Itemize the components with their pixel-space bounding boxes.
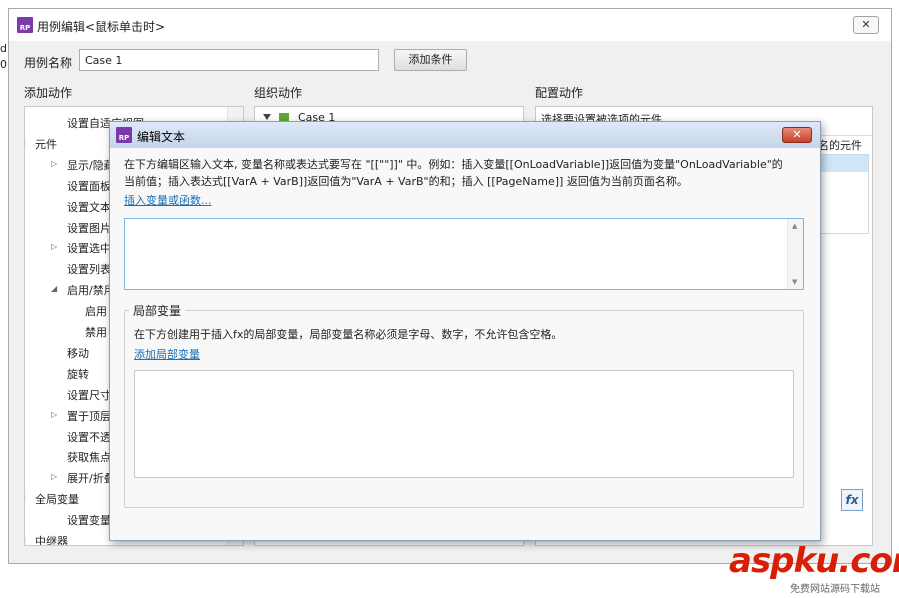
watermark-logo: aspku.com bbox=[729, 541, 899, 581]
tree-item[interactable]: 元件 bbox=[35, 136, 57, 152]
scroll-up-icon[interactable]: ▲ bbox=[792, 222, 797, 230]
collapse-icon[interactable]: ◢ bbox=[51, 284, 57, 293]
tree-item[interactable]: 设置尺寸 bbox=[67, 387, 111, 403]
tree-item[interactable]: 启用 bbox=[85, 303, 107, 319]
fx-button[interactable]: fx bbox=[841, 489, 863, 511]
titlebar: RP 用例编辑<鼠标单击时> ✕ bbox=[9, 9, 891, 41]
add-local-variable-link[interactable]: 添加局部变量 bbox=[134, 346, 200, 362]
tree-item-label: 设置尺寸 bbox=[67, 388, 111, 402]
edge-char-2: 0 bbox=[0, 58, 7, 71]
config-hint-tail: 名的元件 bbox=[818, 139, 862, 152]
local-variables-group: 局部变量 在下方创建用于插入fx的局部变量，局部变量名称必须是字母、数字，不允许… bbox=[124, 302, 804, 508]
tree-item-label: 全局变量 bbox=[35, 493, 79, 507]
tree-item[interactable]: 设置文本 bbox=[67, 199, 111, 215]
expand-icon[interactable]: ▷ bbox=[51, 159, 57, 168]
tree-item-label: 元件 bbox=[35, 137, 57, 151]
tree-item[interactable]: 设置图片 bbox=[67, 220, 111, 236]
tree-item-label: 移动 bbox=[67, 346, 89, 360]
tree-item[interactable]: 移动 bbox=[67, 345, 89, 361]
insert-variable-link[interactable]: 插入变量或函数... bbox=[124, 192, 212, 208]
tree-item[interactable]: 获取焦点 bbox=[67, 449, 111, 465]
collapse-icon[interactable]: ◢ bbox=[25, 493, 26, 502]
axure-rp-icon: RP bbox=[17, 17, 33, 33]
edit-text-dialog: RP 编辑文本 ✕ 在下方编辑区输入文本, 变量名称或表达式要写在 "[[""]… bbox=[109, 121, 821, 541]
tree-item-label: 设置图片 bbox=[67, 221, 111, 235]
watermark-subtitle: 免费网站源码下载站 bbox=[790, 584, 880, 595]
case-name-input[interactable]: Case 1 bbox=[79, 49, 379, 71]
dialog-close-button[interactable]: ✕ bbox=[782, 127, 812, 143]
tree-item-label: 设置文本 bbox=[67, 200, 111, 214]
tree-item-label: 启用/禁用 bbox=[67, 284, 115, 298]
collapse-icon[interactable]: ◢ bbox=[25, 138, 26, 147]
window-title: 用例编辑<鼠标单击时> bbox=[37, 20, 166, 34]
close-button[interactable]: ✕ bbox=[853, 16, 879, 34]
add-action-heading: 添加动作 bbox=[24, 86, 73, 100]
instructions-line-2: 当前值；插入表达式[[VarA + VarB]]返回值为"VarA + VarB… bbox=[124, 175, 688, 188]
expand-icon[interactable]: ▷ bbox=[51, 472, 57, 481]
tree-item-label: 显示/隐藏 bbox=[67, 158, 115, 172]
tree-item-label: 设置选中 bbox=[67, 242, 111, 256]
tree-item-label: 禁用 bbox=[85, 326, 107, 339]
scroll-down-icon[interactable]: ▼ bbox=[792, 278, 797, 286]
tree-item[interactable]: 旋转 bbox=[67, 366, 89, 382]
tree-item[interactable]: 启用/禁用 bbox=[67, 282, 115, 298]
local-variables-list[interactable] bbox=[134, 370, 794, 478]
tree-item-label: 中继器 bbox=[35, 535, 68, 546]
axure-rp-icon: RP bbox=[116, 127, 132, 143]
case-name-label: 用例名称 bbox=[24, 56, 73, 70]
local-variables-title: 局部变量 bbox=[129, 302, 186, 319]
organize-actions-heading: 组织动作 bbox=[254, 86, 303, 100]
tree-item[interactable]: 显示/隐藏 bbox=[67, 157, 115, 173]
target-list[interactable] bbox=[819, 154, 869, 234]
add-condition-button[interactable]: 添加条件 bbox=[394, 49, 467, 71]
tree-item[interactable]: 全局变量 bbox=[35, 491, 79, 507]
tree-item[interactable]: 禁用 bbox=[85, 324, 107, 340]
dialog-title: 编辑文本 bbox=[137, 130, 186, 144]
dialog-body: 在下方编辑区输入文本, 变量名称或表达式要写在 "[[""]]" 中。例如：插入… bbox=[110, 148, 820, 540]
instructions-line-1: 在下方编辑区输入文本, 变量名称或表达式要写在 "[[""]]" 中。例如：插入… bbox=[124, 158, 783, 171]
local-variables-desc: 在下方创建用于插入fx的局部变量，局部变量名称必须是字母、数字，不允许包含空格。 bbox=[134, 328, 563, 341]
editor-scrollbar[interactable]: ▲ ▼ bbox=[787, 219, 803, 289]
tree-item-label: 获取焦点 bbox=[67, 451, 111, 465]
expand-icon[interactable]: ▷ bbox=[51, 242, 57, 251]
tree-item[interactable]: 中继器 bbox=[35, 533, 68, 546]
expand-icon[interactable]: ▷ bbox=[51, 410, 57, 419]
text-editor[interactable]: ▲ ▼ bbox=[124, 218, 804, 290]
configure-actions-heading: 配置动作 bbox=[535, 86, 584, 100]
collapse-icon[interactable]: ◢ bbox=[25, 535, 26, 544]
tree-item-label: 旋转 bbox=[67, 367, 89, 381]
edge-char-1: d bbox=[0, 42, 7, 55]
instructions: 在下方编辑区输入文本, 变量名称或表达式要写在 "[[""]]" 中。例如：插入… bbox=[124, 156, 814, 190]
tree-item-label: 启用 bbox=[85, 305, 107, 319]
tree-item[interactable]: 设置选中 bbox=[67, 240, 111, 256]
dialog-titlebar: RP 编辑文本 ✕ bbox=[110, 122, 820, 148]
